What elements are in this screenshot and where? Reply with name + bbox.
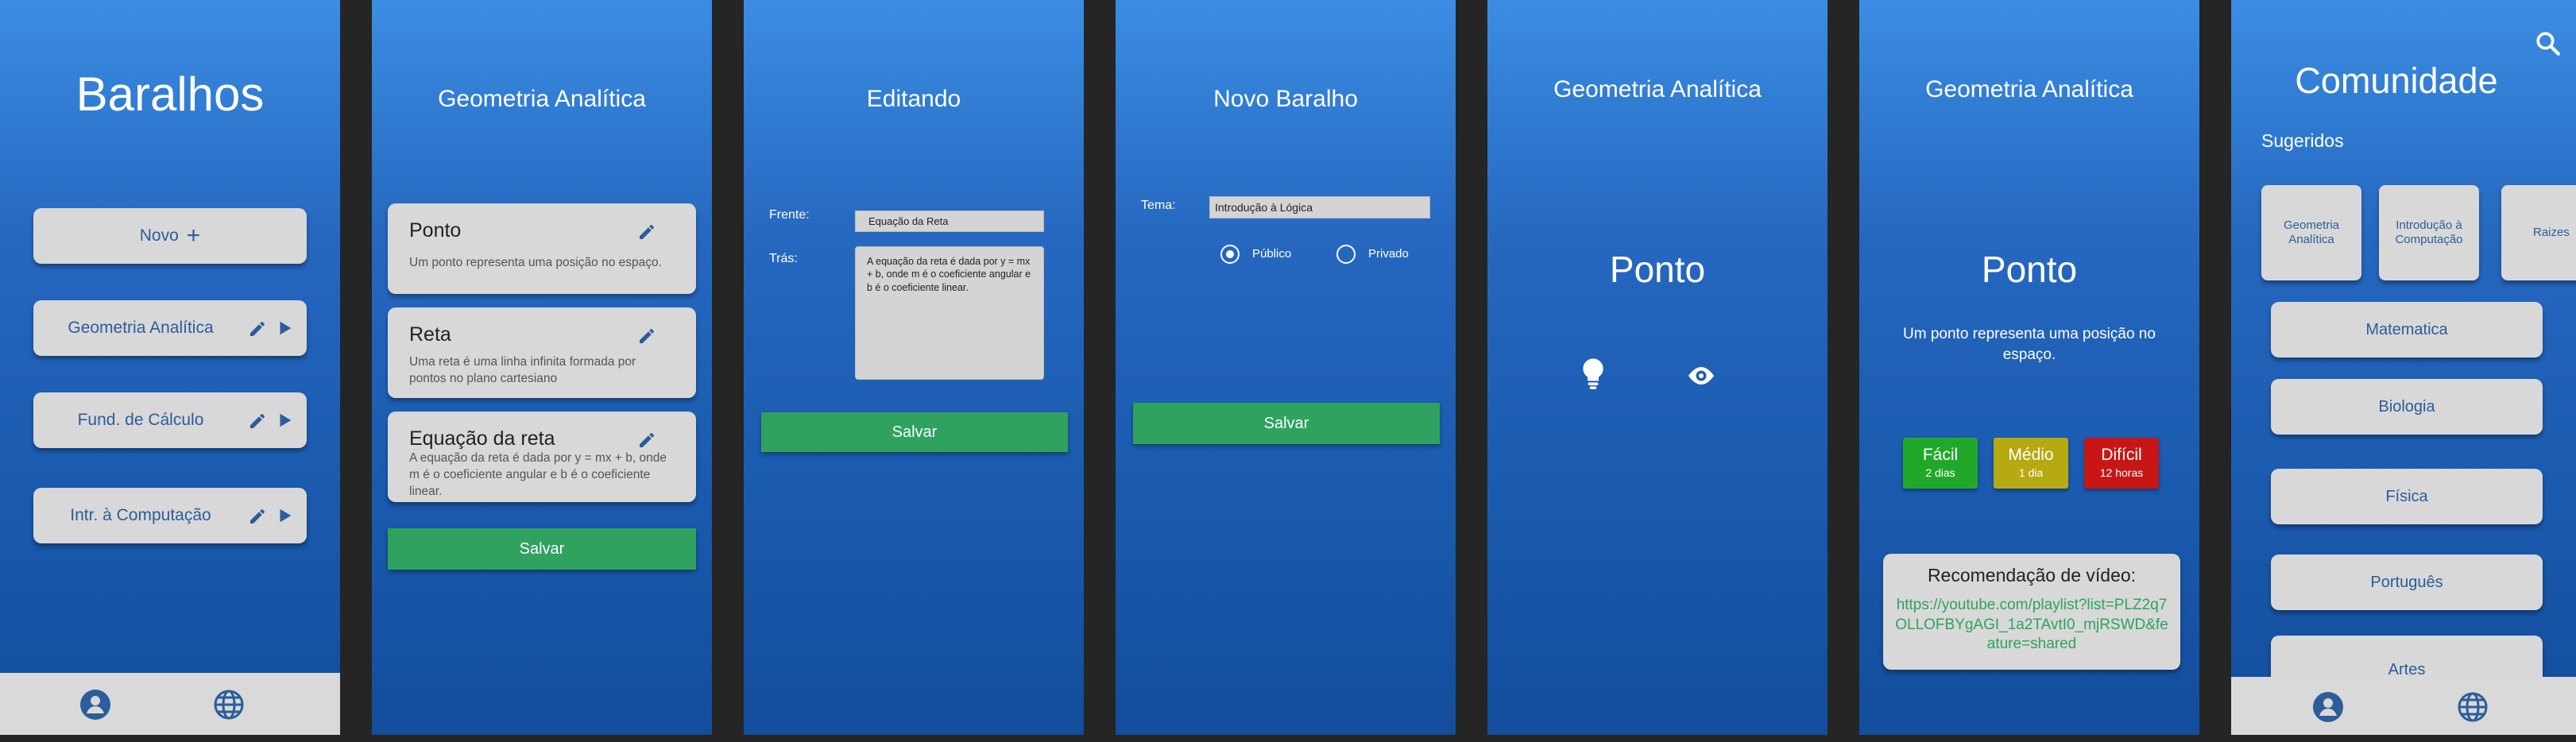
video-link[interactable]: https://youtube.com/playlist?list=PLZ2q7… bbox=[1891, 596, 2172, 655]
pencil-icon[interactable] bbox=[248, 412, 267, 431]
video-title: Recomendação de vídeo: bbox=[1927, 565, 2137, 585]
community-item-fisica[interactable]: Física bbox=[2271, 469, 2543, 524]
eye-icon[interactable] bbox=[1686, 364, 1716, 388]
pencil-icon[interactable] bbox=[637, 222, 656, 242]
screen-deck-cards: Geometria Analítica Ponto Um ponto repre… bbox=[372, 0, 712, 735]
play-icon[interactable] bbox=[276, 319, 293, 337]
public-radio[interactable] bbox=[1220, 245, 1240, 264]
page-title: Editando bbox=[866, 86, 961, 112]
screen-study-front: Geometria Analítica Ponto bbox=[1487, 0, 1828, 735]
difficulty-label: Médio bbox=[2008, 446, 2054, 464]
page-title: Geometria Analítica bbox=[438, 86, 646, 112]
globe-icon[interactable] bbox=[213, 689, 245, 721]
theme-input[interactable]: Introdução à Lógica bbox=[1209, 196, 1430, 218]
card-item-reta[interactable]: Reta Uma reta é uma linha infinita forma… bbox=[388, 307, 696, 398]
page-title: Geometria Analítica bbox=[1925, 76, 2133, 102]
user-icon[interactable] bbox=[79, 689, 111, 721]
suggested-deck-computacao[interactable]: Introdução à Computação bbox=[2379, 185, 2479, 280]
page-title: Geometria Analítica bbox=[1553, 76, 1762, 102]
video-recommendation-card: Recomendação de vídeo: https://youtube.c… bbox=[1883, 554, 2180, 670]
community-item-biologia[interactable]: Biologia bbox=[2271, 379, 2543, 435]
play-icon[interactable] bbox=[276, 507, 293, 524]
new-deck-button[interactable]: Novo + bbox=[33, 208, 307, 264]
front-label: Frente: bbox=[769, 208, 810, 222]
screen-new-deck: Novo Baralho Tema: Introdução à Lógica P… bbox=[1116, 0, 1456, 735]
deck-item-computacao[interactable]: Intr. à Computação bbox=[33, 488, 307, 543]
hard-button[interactable]: Difícil 12 horas bbox=[2084, 438, 2159, 489]
card-title: Equação da reta bbox=[409, 427, 555, 450]
deck-label: Fund. de Cálculo bbox=[77, 411, 204, 429]
page-title: Baralhos bbox=[75, 68, 265, 121]
screen-study-back: Geometria Analítica Ponto Um ponto repre… bbox=[1859, 0, 2199, 735]
bottom-nav bbox=[0, 673, 340, 735]
card-back-text: Um ponto representa uma posição no espaç… bbox=[1903, 326, 2156, 363]
card-body: Uma reta é uma linha infinita formada po… bbox=[409, 355, 636, 385]
deck-label: Geometria Analítica bbox=[68, 319, 214, 337]
pencil-icon[interactable] bbox=[637, 327, 656, 346]
card-body: Um ponto representa uma posição no espaç… bbox=[409, 256, 662, 269]
easy-button[interactable]: Fácil 2 dias bbox=[1903, 438, 1978, 489]
lightbulb-icon[interactable] bbox=[1580, 357, 1607, 391]
card-item-equacao[interactable]: Equação da reta A equação da reta é dada… bbox=[388, 412, 696, 502]
card-item-ponto[interactable]: Ponto Um ponto representa uma posição no… bbox=[388, 203, 696, 294]
pencil-icon[interactable] bbox=[637, 431, 656, 450]
suggested-deck-geometria[interactable]: Geometria Analítica bbox=[2261, 185, 2361, 280]
suggested-label: Sugeridos bbox=[2261, 130, 2344, 151]
save-button[interactable]: Salvar bbox=[1133, 403, 1440, 444]
difficulty-label: Difícil bbox=[2101, 446, 2142, 464]
screen-edit-card: Editando Frente: Equação da Reta Trás: A… bbox=[744, 0, 1084, 735]
screen-decks: Baralhos Novo + Geometria Analítica Fund… bbox=[0, 0, 340, 735]
pencil-icon[interactable] bbox=[248, 507, 267, 526]
difficulty-interval: 2 dias bbox=[1925, 466, 1955, 479]
deck-item-calculo[interactable]: Fund. de Cálculo bbox=[33, 392, 307, 448]
globe-icon[interactable] bbox=[2457, 691, 2489, 723]
community-item-portugues[interactable]: Português bbox=[2271, 555, 2543, 610]
private-radio[interactable] bbox=[1336, 245, 1356, 264]
deck-item-geometria[interactable]: Geometria Analítica bbox=[33, 300, 307, 356]
back-textarea[interactable]: A equação da reta é dada por y = mx + b,… bbox=[855, 246, 1044, 380]
user-icon[interactable] bbox=[2312, 691, 2344, 723]
screen-community: Comunidade Sugeridos Geometria Analítica… bbox=[2231, 0, 2576, 735]
difficulty-interval: 12 horas bbox=[2099, 466, 2144, 479]
search-icon[interactable] bbox=[2535, 30, 2562, 57]
front-input[interactable]: Equação da Reta bbox=[855, 211, 1044, 232]
community-item-matematica[interactable]: Matematica bbox=[2271, 302, 2543, 357]
pencil-icon[interactable] bbox=[248, 319, 267, 338]
card-body: A equação da reta é dada por y = mx + b,… bbox=[409, 451, 667, 498]
plus-icon: + bbox=[186, 222, 201, 249]
theme-label: Tema: bbox=[1141, 199, 1176, 212]
difficulty-interval: 1 dia bbox=[2018, 466, 2044, 479]
save-button[interactable]: Salvar bbox=[388, 528, 696, 570]
bottom-nav bbox=[2231, 677, 2576, 735]
page-title: Novo Baralho bbox=[1213, 86, 1358, 112]
card-front-text: Ponto bbox=[1981, 249, 2078, 290]
page-title: Comunidade bbox=[2295, 60, 2498, 101]
card-title: Ponto bbox=[409, 219, 462, 242]
private-label: Privado bbox=[1368, 247, 1409, 261]
medium-button[interactable]: Médio 1 dia bbox=[1994, 438, 2068, 489]
card-title: Reta bbox=[409, 323, 451, 346]
new-deck-label: Novo bbox=[139, 226, 179, 245]
card-front-text: Ponto bbox=[1609, 249, 1706, 290]
save-button[interactable]: Salvar bbox=[761, 412, 1068, 452]
public-label: Público bbox=[1252, 247, 1292, 261]
deck-label: Intr. à Computação bbox=[70, 506, 211, 524]
difficulty-label: Fácil bbox=[1922, 446, 1959, 464]
play-icon[interactable] bbox=[276, 412, 293, 429]
back-label: Trás: bbox=[769, 252, 798, 265]
suggested-deck-raizes[interactable]: Raizes bbox=[2501, 185, 2576, 280]
